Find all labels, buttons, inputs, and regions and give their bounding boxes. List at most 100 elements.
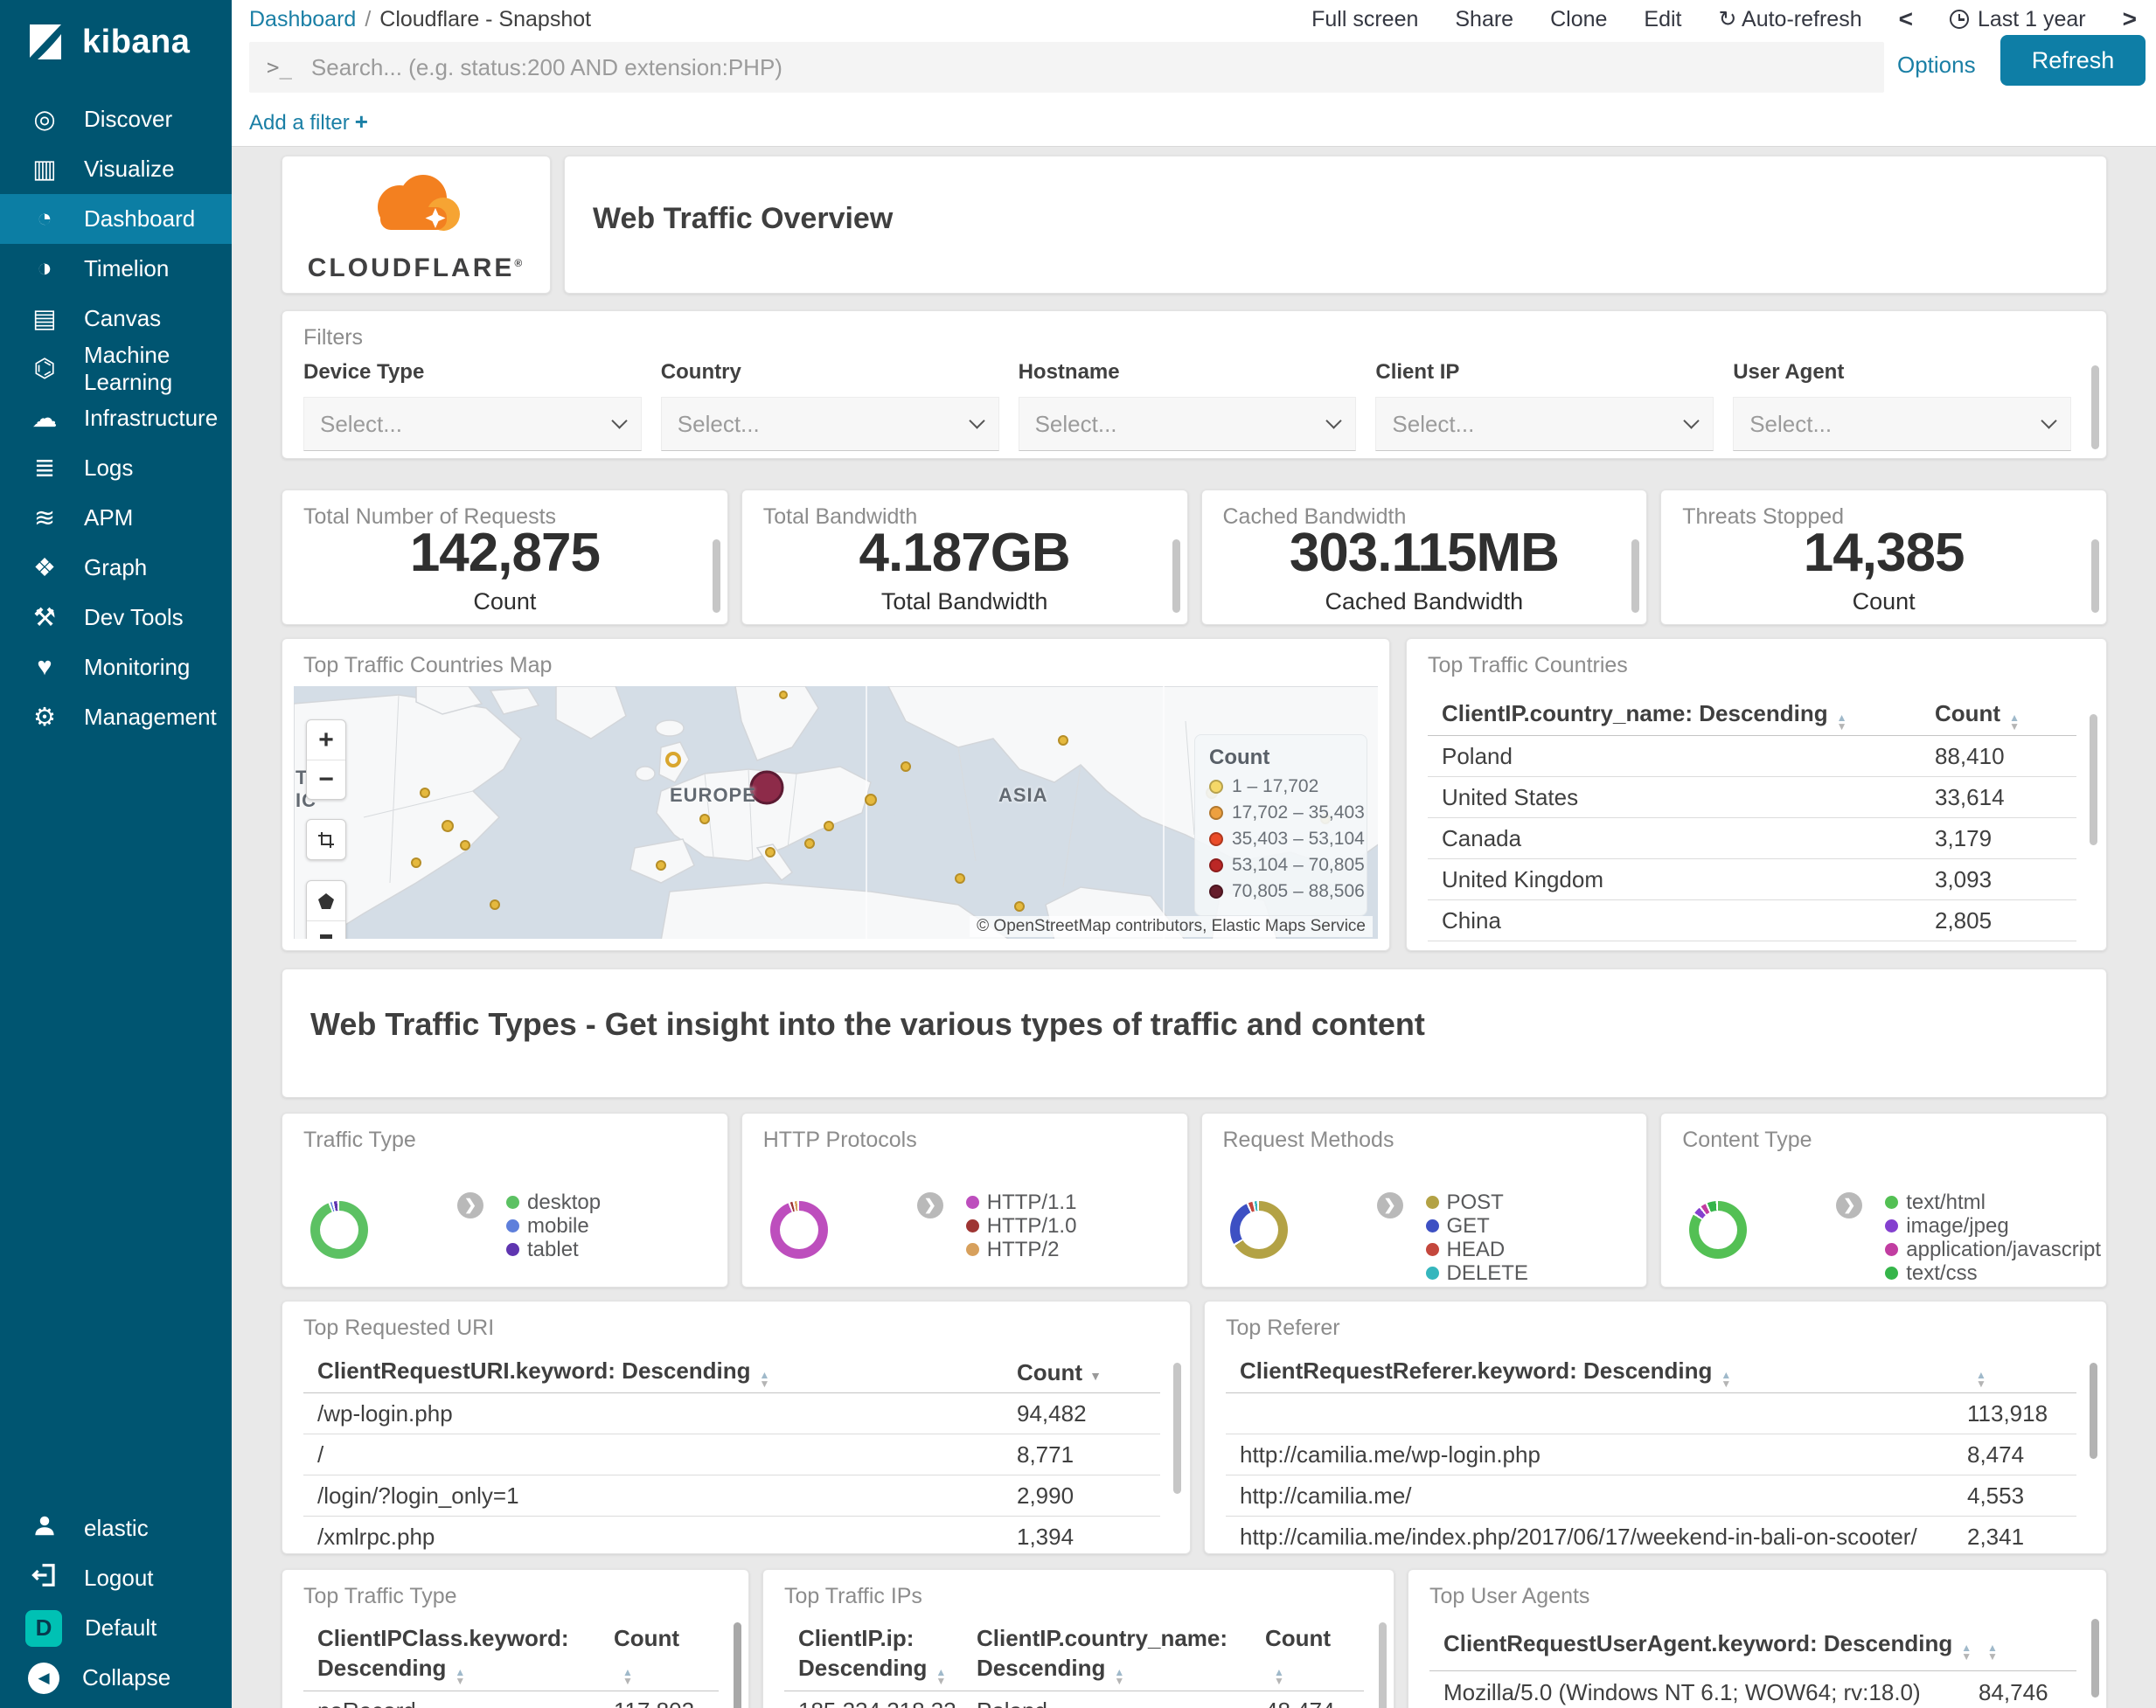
scrollbar[interactable] [1631,539,1640,613]
donut-chart[interactable] [769,1201,828,1259]
donut-legend-item[interactable]: desktop [506,1191,601,1214]
edit-button[interactable]: Edit [1644,7,1681,32]
column-header-count[interactable]: Count ▼ [1017,1359,1102,1386]
sidebar-item[interactable]: ⌬ Machine Learning [0,342,232,395]
sidebar-item[interactable]: ♥ Monitoring [0,642,232,692]
zoom-in-button[interactable]: + [307,720,345,760]
clone-button[interactable]: Clone [1550,7,1607,32]
time-range-picker[interactable]: Last 1 year [1949,7,2086,32]
scrollbar[interactable] [1172,539,1180,613]
rectangle-tool-icon[interactable] [307,920,345,939]
table-row[interactable]: United Kingdom 3,093 [1428,859,2076,900]
sidebar-item[interactable]: ⚒ Dev Tools [0,593,232,642]
table-row[interactable]: /xmlrpc.php 1,394 [303,1517,1160,1553]
column-header-uri[interactable]: ClientRequestURI.keyword: Descending ▲ ▼ [303,1357,1017,1389]
sidebar-item[interactable]: ❖ Graph [0,543,232,593]
table-row[interactable]: Russia 1,759 [1428,941,2076,951]
sidebar-item-logout[interactable]: Logout [0,1553,232,1603]
full-screen-button[interactable]: Full screen [1311,7,1418,32]
column-header-referer[interactable]: ClientRequestReferer.keyword: Descending… [1226,1357,1967,1389]
table-row[interactable]: noRecord 117,802 [303,1691,719,1708]
sidebar-item[interactable]: ◑ Timelion [0,244,232,294]
breadcrumb-dashboard-link[interactable]: Dashboard [249,7,356,31]
filter-select[interactable]: Select... [1733,397,2071,451]
donut-legend-item[interactable]: text/html [1885,1191,2101,1214]
donut-legend-item[interactable]: HEAD [1425,1238,1528,1261]
refresh-button[interactable]: Refresh [2000,35,2146,86]
donut-legend-item[interactable]: DELETE [1425,1261,1528,1285]
scrollbar[interactable] [2091,539,2099,613]
donut-legend-item[interactable]: mobile [506,1214,601,1238]
time-forward-button[interactable]: > [2123,5,2137,33]
scrollbar[interactable] [2091,365,2099,449]
table-row[interactable]: /wp-login.php 94,482 [303,1393,1160,1434]
table-row[interactable]: Mozilla/5.0 (Windows NT 6.1; WOW64; rv:1… [1429,1671,2076,1708]
scrollbar[interactable] [712,539,720,613]
column-header-count[interactable]: ▲ ▼ [1979,1630,1998,1662]
sidebar-item[interactable]: ≋ APM [0,493,232,543]
column-header-count[interactable]: ▲ ▼ [1967,1357,1986,1389]
donut-legend-item[interactable]: POST [1425,1191,1528,1214]
sidebar-item[interactable]: ≣ Logs [0,443,232,493]
filter-select[interactable]: Select... [660,397,999,451]
scrollbar[interactable] [2091,1619,2099,1698]
legend-expand-icon[interactable]: ❯ [916,1192,943,1219]
options-link[interactable]: Options [1897,52,1976,79]
donut-legend-item[interactable]: text/css [1885,1261,2101,1285]
table-row[interactable]: 113,918 [1226,1393,2076,1434]
sidebar-item-user[interactable]: elastic [0,1503,232,1553]
donut-legend-item[interactable]: image/jpeg [1885,1214,2101,1238]
scrollbar[interactable] [1379,1622,1387,1708]
time-back-button[interactable]: < [1899,5,1913,33]
filter-select[interactable]: Select... [303,397,642,451]
scrollbar[interactable] [2090,714,2097,845]
table-row[interactable]: / 8,771 [303,1434,1160,1475]
table-row[interactable]: 185.234.218.33 Poland 48,474 [784,1691,1364,1708]
donut-legend-item[interactable]: HTTP/1.1 [965,1191,1076,1214]
filter-select[interactable]: Select... [1375,397,1714,451]
column-header-count[interactable]: Count ▲ ▼ [1265,1624,1331,1686]
search-input[interactable] [310,53,1867,81]
donut-legend-item[interactable]: application/javascript [1885,1238,2101,1261]
column-header-count[interactable]: Count ▲ ▼ [614,1624,679,1686]
donut-legend-item[interactable]: HTTP/1.0 [965,1214,1076,1238]
donut-chart[interactable] [310,1201,368,1259]
filter-select[interactable]: Select... [1018,397,1357,451]
map-crop-tool[interactable] [306,819,346,860]
share-button[interactable]: Share [1455,7,1513,32]
table-row[interactable]: http://camilia.me/wp-login.php 8,474 [1226,1434,2076,1475]
donut-legend-item[interactable]: HTTP/2 [965,1238,1077,1261]
map-attribution[interactable]: © OpenStreetMap contributors, Elastic Ma… [970,916,1373,937]
legend-expand-icon[interactable]: ❯ [1376,1192,1403,1219]
sidebar-item[interactable]: ▤ Canvas [0,294,232,344]
column-header-user-agent[interactable]: ClientRequestUserAgent.keyword: Descendi… [1429,1630,1979,1662]
sidebar-item[interactable]: ⚙ Management [0,692,232,742]
table-row[interactable]: /login/?login_only=1 2,990 [303,1475,1160,1517]
column-header-count[interactable]: Count ▲ ▼ [1935,700,2020,732]
world-map[interactable]: EUROPE ASIA TH IC + − [294,686,1378,939]
donut-chart[interactable] [1229,1201,1288,1259]
table-row[interactable]: http://camilia.me/ 4,553 [1226,1475,2076,1517]
column-header-class[interactable]: ClientIPClass.keyword: Descending ▲ ▼ [303,1624,614,1686]
table-row[interactable]: Canada 3,179 [1428,818,2076,859]
add-filter-link[interactable]: Add a filter + [249,108,368,135]
sidebar-item[interactable]: ☁ Infrastructure [0,393,232,443]
column-header-country[interactable]: ClientIP.country_name: Descending ▲ ▼ [1428,700,1935,732]
legend-expand-icon[interactable]: ❯ [457,1192,483,1219]
donut-chart[interactable] [1689,1201,1748,1259]
sidebar-item[interactable]: ◔ Dashboard [0,194,232,244]
scrollbar[interactable] [2090,1363,2097,1459]
kibana-logo[interactable]: kibana [0,0,232,84]
column-header-country[interactable]: ClientIP.country_name: Descending ▲ ▼ [977,1624,1265,1686]
legend-expand-icon[interactable]: ❯ [1836,1192,1863,1219]
sidebar-item-collapse[interactable]: ◀ Collapse [0,1653,232,1703]
column-header-ip[interactable]: ClientIP.ip: Descending ▲ ▼ [784,1624,977,1686]
scrollbar[interactable] [1173,1363,1181,1494]
zoom-out-button[interactable]: − [307,760,345,799]
table-row[interactable]: http://camilia.me/index.php/2017/06/17/w… [1226,1517,2076,1553]
sidebar-item[interactable]: ◎ Discover [0,94,232,144]
table-row[interactable]: Poland 88,410 [1428,736,2076,777]
donut-legend-item[interactable]: tablet [506,1238,601,1261]
sidebar-item[interactable]: ▥ Visualize [0,144,232,194]
sidebar-item-space-default[interactable]: D Default [0,1603,232,1653]
